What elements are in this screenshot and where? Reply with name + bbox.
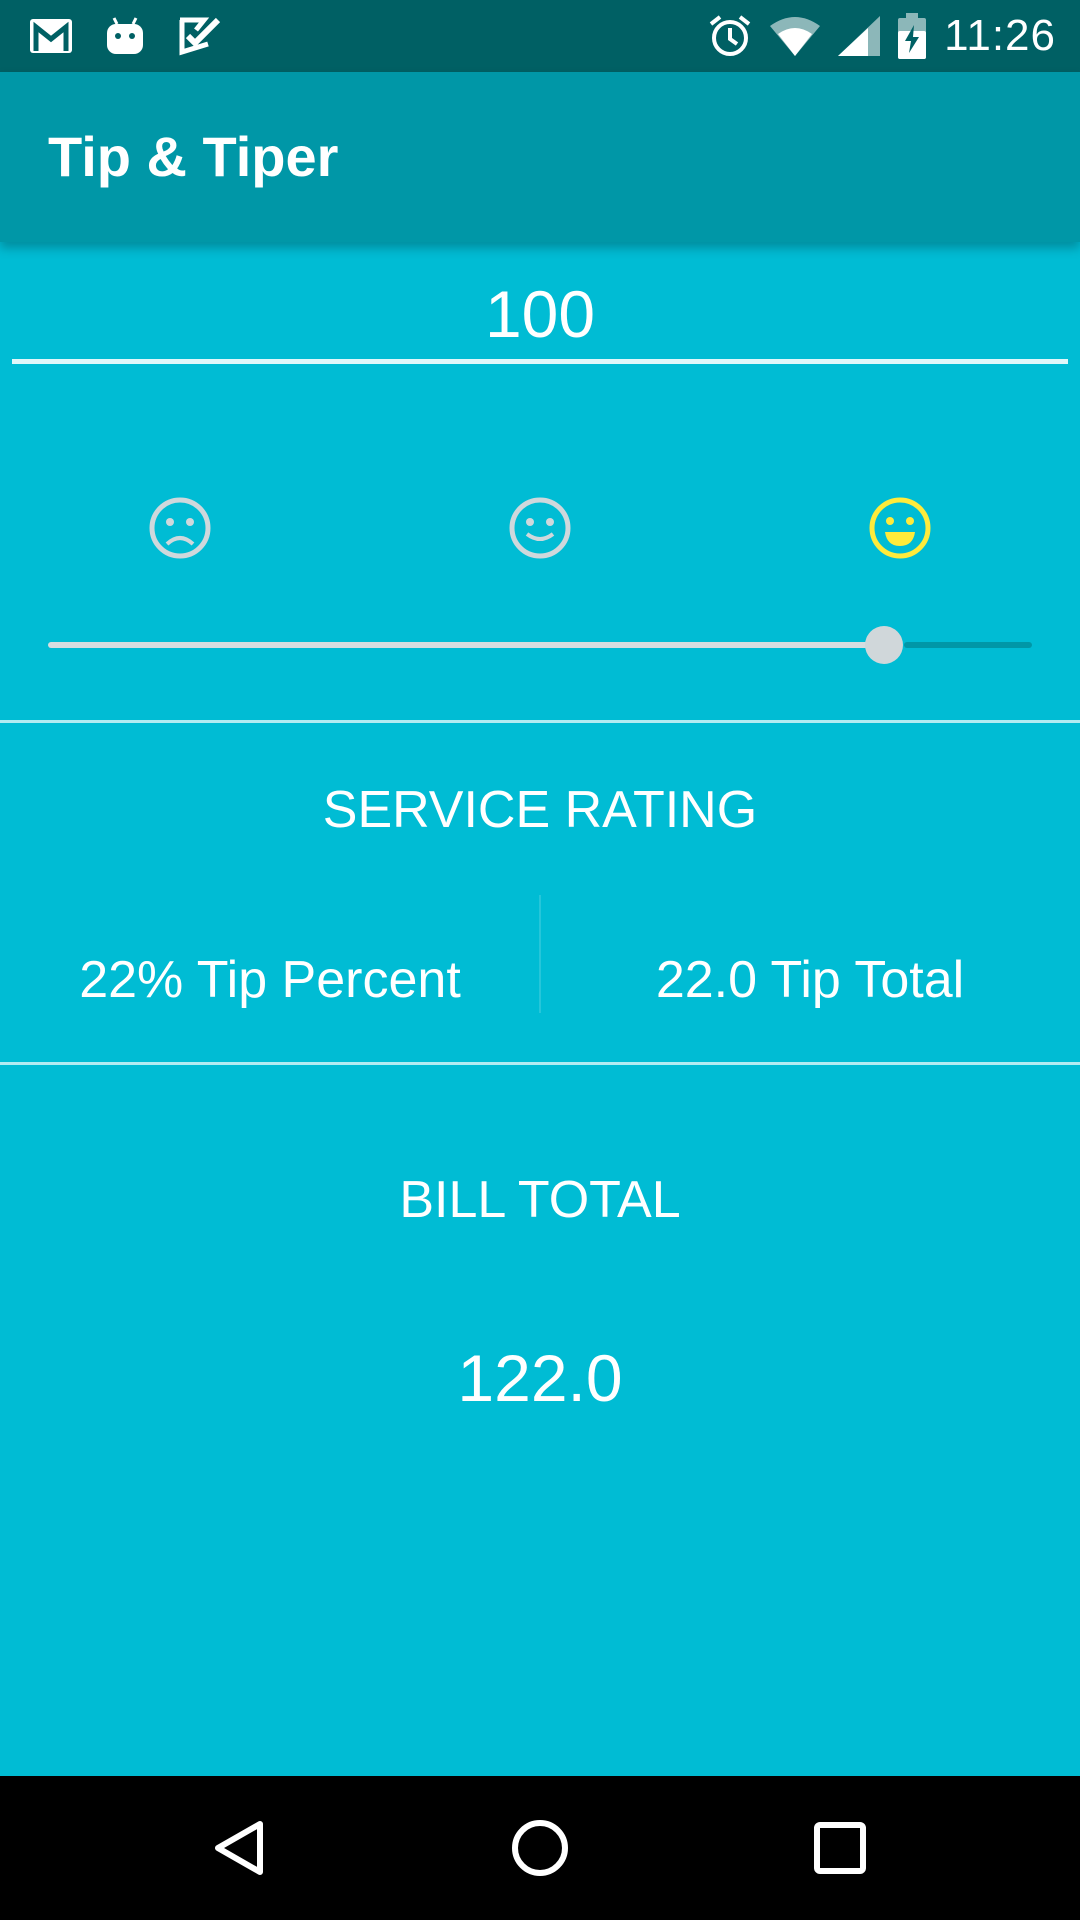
- bill-amount-input[interactable]: [12, 268, 1068, 364]
- neutral-face-icon[interactable]: [508, 496, 572, 560]
- tip-total-text: 22.0 Tip Total: [655, 951, 965, 1009]
- app-title: Tip & Tiper: [48, 125, 339, 188]
- divider: [0, 720, 1080, 723]
- divider: [0, 1062, 1080, 1065]
- alarm-icon: [709, 15, 751, 56]
- android-icon: [107, 17, 143, 54]
- happy-face-icon[interactable]: [868, 496, 932, 560]
- recents-icon[interactable]: [804, 1812, 876, 1884]
- service-rating-label: SERVICE RATING: [322, 781, 758, 839]
- status-notifications: [30, 12, 220, 60]
- bill-total-value: 122.0: [457, 1341, 623, 1415]
- navigation-bar: [0, 1776, 1080, 1920]
- signal-icon: [838, 16, 881, 56]
- task-check-icon: [179, 17, 220, 56]
- sad-face-icon[interactable]: [148, 496, 212, 560]
- status-system: 11:26: [708, 10, 1056, 62]
- tip-percent-text: 22% Tip Percent: [79, 951, 461, 1009]
- slider-track-remaining: [904, 642, 1032, 648]
- battery-charging-icon: [898, 13, 927, 59]
- gmail-icon: [30, 19, 72, 53]
- status-time: 11:26: [944, 11, 1056, 60]
- app-bar: Tip & Tiper: [0, 72, 1080, 242]
- service-rating-slider[interactable]: [48, 625, 1032, 665]
- back-icon[interactable]: [204, 1812, 276, 1884]
- wifi-icon: [770, 17, 821, 56]
- slider-thumb[interactable]: [865, 626, 903, 664]
- home-icon[interactable]: [504, 1812, 576, 1884]
- slider-track-filled: [48, 642, 884, 648]
- bill-total-label: BILL TOTAL: [399, 1171, 681, 1229]
- status-bar: 11:26: [0, 0, 1080, 72]
